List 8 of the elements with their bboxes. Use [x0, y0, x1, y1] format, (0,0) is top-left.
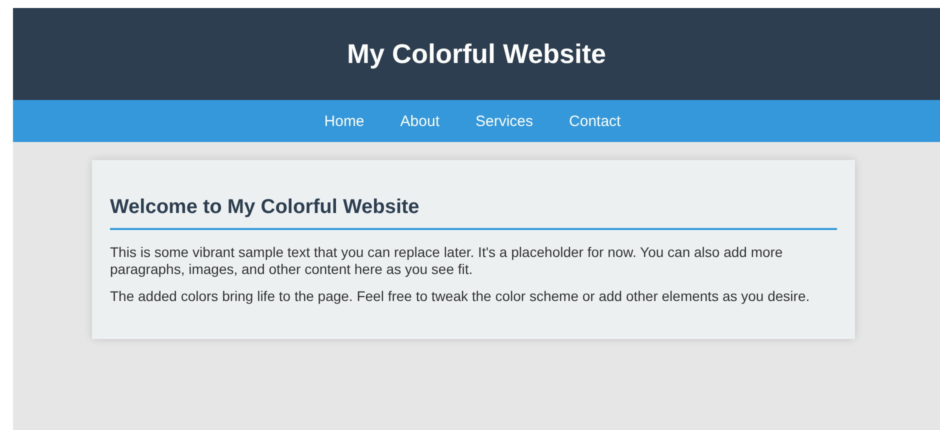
paragraph: This is some vibrant sample text that you can replace later. It's a placeholder for now. You can also add more paragraphs, images, and other content here as you see fit.	[110, 244, 784, 278]
nav-link[interactable]: About	[400, 112, 440, 130]
nav-link[interactable]: Contact	[569, 112, 621, 130]
paragraph: The added colors bring life to the page. Feel free to tweak the color scheme or add other elements as you desire.	[110, 288, 811, 305]
site-title: My Colorful Website	[346, 38, 606, 70]
nav-link[interactable]: Home	[324, 112, 364, 130]
content-heading: Welcome to My Colorful Website	[110, 196, 837, 230]
nav-link[interactable]: Services	[475, 112, 534, 130]
